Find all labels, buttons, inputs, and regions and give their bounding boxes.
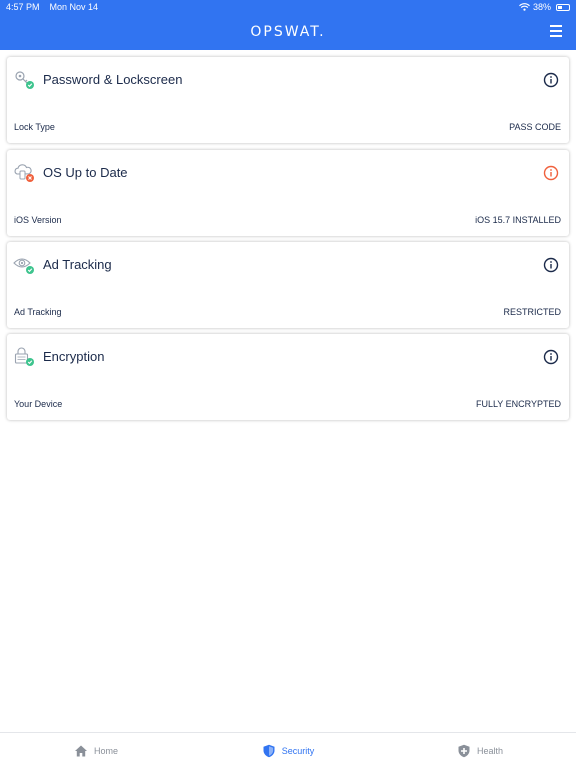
card-encryption[interactable]: Encryption Your Device FULLY ENCRYPTED [7,334,569,420]
bottom-tab-bar: Home Security Health [0,732,576,768]
card-label: Your Device [14,399,63,409]
lock-icon [14,347,34,366]
hamburger-menu-icon[interactable] [550,25,562,37]
card-title: OS Up to Date [43,165,128,180]
card-title: Encryption [43,349,105,364]
status-date: Mon Nov 14 [49,2,99,12]
key-icon [15,71,34,89]
card-os-up-to-date[interactable]: OS Up to Date iOS Version iOS 15.7 INSTA… [7,150,569,236]
card-label: Ad Tracking [14,307,62,317]
battery-fill [558,5,562,9]
info-icon[interactable] [543,257,559,273]
tab-security[interactable]: Security [192,733,384,768]
card-ad-tracking[interactable]: Ad Tracking Ad Tracking RESTRICTED [7,242,569,328]
shield-icon [263,744,275,757]
tab-health[interactable]: Health [384,733,576,768]
status-time: 4:57 PM [6,2,40,12]
health-shield-icon [458,744,470,757]
card-value: FULLY ENCRYPTED [475,399,561,409]
wifi-icon [519,3,530,11]
card-title: Ad Tracking [43,257,112,272]
card-title: Password & Lockscreen [43,72,183,87]
card-password-lockscreen[interactable]: Password & Lockscreen Lock Type PASS COD… [7,57,569,143]
card-label: Lock Type [14,122,55,132]
tab-label: Home [93,745,118,756]
card-label: iOS Version [14,215,62,225]
status-right: 38% [519,2,570,12]
app-header: OPSWAT. [0,14,576,50]
opswat-logo: OPSWAT. [250,24,326,40]
tab-home[interactable]: Home [0,733,192,768]
info-icon[interactable] [543,349,559,365]
card-value: RESTRICTED [503,307,561,317]
security-list: Password & Lockscreen Lock Type PASS COD… [0,50,576,732]
battery-icon [556,3,570,11]
status-bar: 4:57 PM Mon Nov 14 38% [0,0,576,14]
home-icon [74,745,87,756]
tab-label: Security [281,745,315,756]
cloud-device-icon [14,164,34,182]
eye-icon [13,258,34,274]
battery-percent: 38% [532,2,551,12]
info-warning-icon[interactable] [543,165,559,181]
card-value: PASS CODE [509,122,561,132]
info-icon[interactable] [543,72,559,88]
card-value: iOS 15.7 INSTALLED [475,215,561,225]
tab-label: Health [476,745,503,756]
